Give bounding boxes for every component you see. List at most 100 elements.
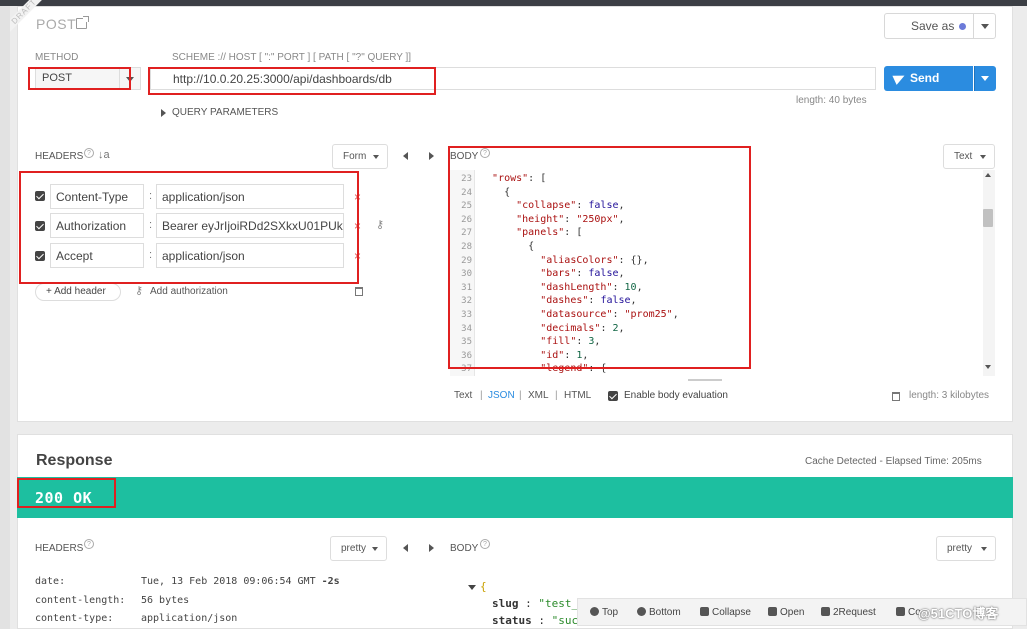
key-icon: ⚷: [135, 285, 144, 297]
open-label: Open: [780, 607, 805, 618]
collapse-json-icon[interactable]: [468, 585, 476, 590]
chevron-down-icon: [373, 155, 379, 159]
trash-icon[interactable]: [892, 392, 900, 401]
open-button[interactable]: Open: [768, 607, 804, 618]
headers-mode-select[interactable]: Form: [332, 144, 388, 169]
sort-icon[interactable]: ↓a: [98, 149, 110, 161]
collapse-icon: [700, 607, 709, 616]
enable-body-evaluation-label: Enable body evaluation: [624, 390, 728, 401]
add-header-button[interactable]: + Add header: [35, 283, 121, 301]
collapse-right-icon[interactable]: [429, 152, 434, 160]
collapse-left-icon[interactable]: [403, 152, 408, 160]
chevron-down-icon: [981, 547, 987, 551]
trash-icon[interactable]: [355, 287, 363, 296]
save-as-dropdown-button[interactable]: [973, 13, 996, 39]
body-mode-label: Text: [954, 151, 973, 162]
json-key: status: [492, 614, 532, 627]
format-separator: |: [555, 390, 558, 401]
unsaved-dot-icon: [959, 23, 966, 30]
json-key: slug: [492, 597, 519, 610]
enable-body-evaluation-checkbox[interactable]: [608, 391, 618, 401]
chevron-down-icon: [981, 24, 989, 29]
response-headers-mode-select[interactable]: pretty: [330, 536, 387, 561]
url-length: length: 40 bytes: [796, 95, 867, 106]
query-parameters-toggle[interactable]: QUERY PARAMETERS: [172, 107, 278, 118]
collapse-right-icon[interactable]: [429, 544, 434, 552]
json-value: "suc: [551, 614, 579, 627]
open-icon: [768, 607, 777, 616]
send-icon: [892, 71, 907, 85]
key-icon[interactable]: ⚷: [376, 218, 384, 231]
collapse-left-icon[interactable]: [403, 544, 408, 552]
scroll-bottom-label: Bottom: [649, 607, 681, 618]
response-headers-mode-label: pretty: [341, 543, 367, 554]
headers-label: HEADERS: [35, 151, 84, 162]
response-header-value-offset: -2s: [321, 576, 340, 587]
save-as-button[interactable]: Save as: [884, 13, 974, 39]
scroll-up-icon[interactable]: [985, 173, 991, 177]
annotation-url-box: [148, 67, 436, 95]
request-title: POST: [36, 16, 77, 32]
json-field: status : "suc: [492, 614, 579, 627]
editor-scrollbar-thumb[interactable]: [983, 209, 993, 227]
expand-icon[interactable]: [161, 109, 166, 117]
json-field: slug : "test_: [492, 597, 579, 610]
scroll-down-icon[interactable]: [985, 365, 991, 369]
left-gutter: [0, 6, 10, 629]
headers-mode-label: Form: [343, 151, 367, 162]
response-header-name: content-type:: [35, 613, 114, 624]
editor-scrollbar[interactable]: [983, 170, 995, 376]
response-header-value: application/json: [141, 613, 238, 624]
status-bar: [17, 477, 1013, 518]
add-authorization-button[interactable]: Add authorization: [150, 286, 228, 297]
format-json-tab[interactable]: JSON: [488, 390, 515, 401]
copy-icon: [896, 607, 905, 616]
annotation-body-box: [448, 146, 751, 369]
json-value: "test_: [538, 597, 579, 610]
format-text-tab[interactable]: Text: [454, 390, 472, 401]
format-xml-tab[interactable]: XML: [528, 390, 549, 401]
response-body-mode-select[interactable]: pretty: [936, 536, 996, 561]
response-header-name: date:: [35, 576, 66, 587]
scroll-top-label: Top: [602, 607, 619, 618]
arrow-down-icon: [637, 607, 646, 616]
response-body-mode-label: pretty: [947, 543, 973, 554]
method-label: METHOD: [35, 52, 79, 63]
external-link-icon[interactable]: [76, 16, 89, 29]
chevron-down-icon: [981, 76, 989, 81]
send-button[interactable]: Send: [884, 66, 973, 91]
collapse-label: Collapse: [712, 607, 751, 618]
response-title: Response: [36, 452, 113, 469]
annotation-status-box: [17, 478, 116, 508]
request-icon: [821, 607, 830, 616]
json-open-brace: {: [480, 580, 487, 593]
arrow-up-icon: [590, 607, 599, 616]
scroll-top-button[interactable]: Top: [590, 607, 618, 618]
help-icon[interactable]: ?: [480, 539, 490, 549]
response-header-value-text: Tue, 13 Feb 2018 09:06:54 GMT: [141, 576, 322, 587]
to-request-button[interactable]: 2Request: [821, 607, 876, 618]
response-header-value: 56 bytes: [141, 595, 190, 606]
response-header-name: content-length:: [35, 595, 126, 606]
send-label: Send: [910, 71, 940, 85]
annotation-method-box: [28, 67, 131, 90]
scroll-bottom-button[interactable]: Bottom: [637, 607, 681, 618]
help-icon[interactable]: ?: [84, 148, 94, 158]
send-dropdown-button[interactable]: [974, 66, 996, 91]
response-body-label: BODY: [450, 543, 479, 554]
watermark: @51CTO博客: [918, 606, 999, 621]
body-length: length: 3 kilobytes: [909, 390, 990, 401]
format-separator: |: [480, 390, 483, 401]
help-icon[interactable]: ?: [84, 539, 94, 549]
save-as-label: Save as: [911, 19, 955, 33]
response-headers-label: HEADERS: [35, 543, 84, 554]
collapse-button[interactable]: Collapse: [700, 607, 751, 618]
response-header-value: Tue, 13 Feb 2018 09:06:54 GMT -2s: [141, 576, 340, 587]
annotation-headers-box: [19, 171, 359, 284]
chevron-down-icon: [372, 547, 378, 551]
format-html-tab[interactable]: HTML: [564, 390, 591, 401]
body-mode-select[interactable]: Text: [943, 144, 995, 169]
editor-resize-handle[interactable]: [688, 379, 722, 381]
to-request-label: 2Request: [833, 607, 876, 618]
url-scheme-hint: SCHEME :// HOST [ ":" PORT ] [ PATH [ "?…: [172, 52, 412, 63]
